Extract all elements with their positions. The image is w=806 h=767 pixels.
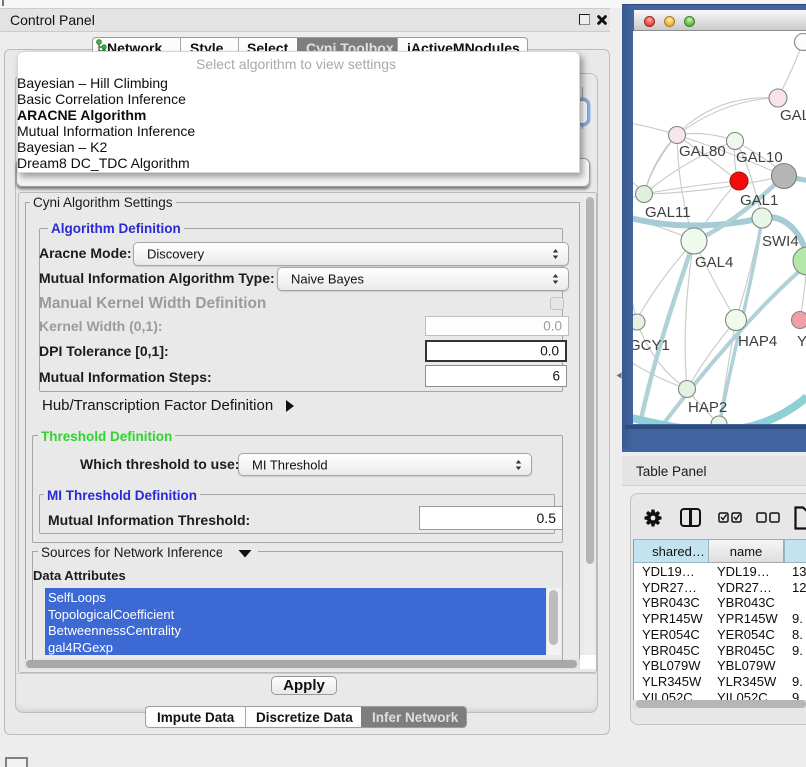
svg-text:GCY1: GCY1 [633,337,670,354]
svg-text:YMR0: YMR0 [797,333,806,350]
svg-text:GAL7: GAL7 [780,107,806,124]
svg-text:GAL1: GAL1 [740,192,778,209]
svg-text:GAL80: GAL80 [679,143,726,160]
svg-text:SWI4: SWI4 [762,233,799,250]
svg-text:HAP2: HAP2 [688,399,727,416]
svg-text:HAP4: HAP4 [738,333,777,350]
svg-text:GAL4: GAL4 [695,254,733,271]
svg-text:GAL10: GAL10 [736,149,783,166]
svg-text:GAL11: GAL11 [645,204,691,221]
